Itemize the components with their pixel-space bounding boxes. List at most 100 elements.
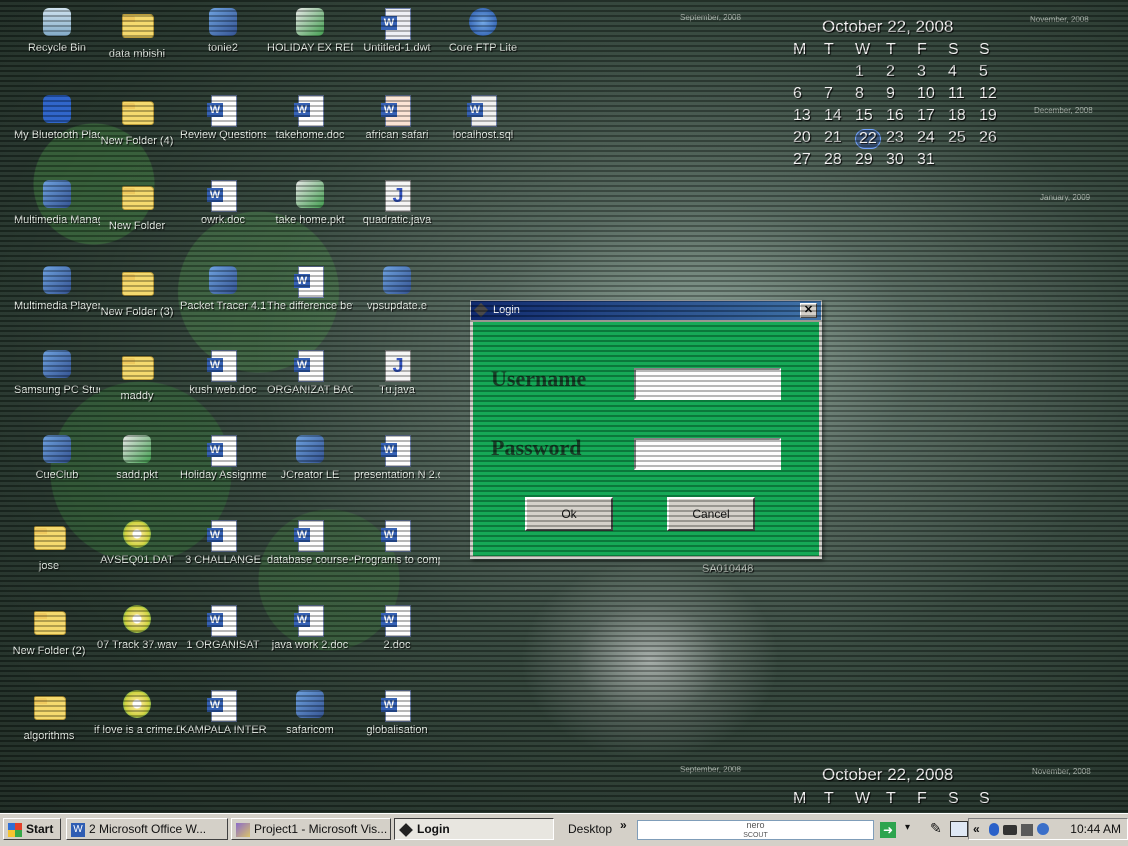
desktop-icon[interactable]: presentation N 2.doc: [354, 435, 440, 481]
desktop-icon-label: Multimedia Player: [14, 300, 100, 312]
desktop-icon[interactable]: Untitled-1.dwt: [354, 8, 440, 54]
desktop-icon-label: Tu.java: [379, 384, 415, 396]
desktop-icon[interactable]: New Folder (4): [94, 95, 180, 147]
calendar-day: 23: [886, 129, 904, 146]
desktop-icon[interactable]: java work 2.doc: [267, 605, 353, 651]
calendar-day: 22: [855, 129, 886, 151]
word-document-icon: [298, 350, 324, 382]
desktop-icon[interactable]: My Bluetooth Places: [14, 95, 100, 141]
dropdown-arrow-icon[interactable]: ▾: [905, 822, 910, 833]
desktop-icon[interactable]: Review Questions.doc: [180, 95, 266, 141]
monitor-icon[interactable]: [950, 821, 968, 837]
desktop-icon[interactable]: if love is a crime.DAT: [94, 690, 180, 736]
go-arrow-icon[interactable]: ➜: [880, 822, 896, 838]
desktop-icon[interactable]: New Folder: [94, 180, 180, 232]
bluetooth-icon[interactable]: [989, 823, 999, 836]
desktop-icon[interactable]: safaricom: [267, 690, 353, 736]
desktop-icon[interactable]: data mbishi: [94, 8, 180, 60]
desktop-icon[interactable]: take home.pkt: [267, 180, 353, 226]
calendar-day: 29: [855, 151, 873, 168]
desktop-icon-label: JCreator LE: [280, 469, 340, 481]
desktop-icon-label: safaricom: [286, 724, 334, 736]
desktop-icon[interactable]: Programs to compute.Nu: [354, 520, 440, 566]
desktop-icon[interactable]: tonie2: [180, 8, 266, 54]
desktop-icon[interactable]: The difference between na: [267, 266, 353, 312]
desktop-icon[interactable]: maddy: [94, 350, 180, 402]
security-icon[interactable]: [1037, 823, 1049, 835]
calendar-bottom-next-month: November, 2008: [1032, 767, 1091, 776]
desktop-icon[interactable]: database course-wk.doc: [267, 520, 353, 566]
desktop-icon[interactable]: New Folder (2): [6, 605, 92, 657]
desktop-icon[interactable]: algorithms: [6, 690, 92, 742]
desktop-icon[interactable]: Jquadratic.java: [354, 180, 440, 226]
nero-scout-box[interactable]: nero SCOUT: [637, 820, 874, 840]
calendar-day: 4: [948, 63, 957, 80]
taskbar-item-word-label: 2 Microsoft Office W...: [89, 822, 207, 836]
desktop-icon[interactable]: sadd.pkt: [94, 435, 180, 481]
desktop-toolbar-label[interactable]: Desktop: [568, 822, 612, 836]
desktop-icon[interactable]: HOLIDAY EX REDONE.pkt: [267, 8, 353, 54]
calendar-day: 2: [886, 63, 895, 80]
folder-icon: [122, 356, 154, 380]
desktop-icon[interactable]: J Tu.java: [354, 350, 440, 396]
desktop-icon-label: HOLIDAY EX REDONE.pkt: [267, 42, 353, 54]
desktop-icon-label: java work 2.doc: [271, 639, 349, 651]
desktop-icon[interactable]: Samsung PC Studio 3: [14, 350, 100, 396]
desktop-icon[interactable]: jose: [6, 520, 92, 572]
ok-button[interactable]: Ok: [525, 497, 613, 531]
network-icon[interactable]: [1021, 824, 1033, 836]
desktop-icon[interactable]: Multimedia Manager: [14, 180, 100, 226]
desktop-icon[interactable]: New Folder (3): [94, 266, 180, 318]
desktop-icon[interactable]: CueClub: [14, 435, 100, 481]
desktop-icon[interactable]: JCreator LE: [267, 435, 353, 481]
desktop-icon[interactable]: globalisation: [354, 690, 440, 736]
desktop-icon[interactable]: AVSEQ01.DAT: [94, 520, 180, 566]
close-button[interactable]: ✕: [800, 303, 817, 318]
desktop-icon[interactable]: 07 Track 37.wav: [94, 605, 180, 651]
desktop-icon[interactable]: owrk.doc: [180, 180, 266, 226]
desktop-icon[interactable]: Multimedia Player: [14, 266, 100, 312]
tray-expand-icon[interactable]: «: [973, 819, 980, 839]
taskbar-item-login[interactable]: Login: [394, 818, 554, 840]
desktop-icon[interactable]: 1 ORGANISAT: [180, 605, 266, 651]
camera-icon[interactable]: [1003, 825, 1017, 835]
toolbar-chevron[interactable]: »: [620, 818, 627, 832]
desktop-icon[interactable]: 3 CHALLANGE: [180, 520, 266, 566]
desktop-icon[interactable]: african safari: [354, 95, 440, 141]
username-input[interactable]: [634, 368, 781, 400]
desktop-icon-label: 2.doc: [383, 639, 411, 651]
desktop-icon-label: localhost.sql: [452, 129, 514, 141]
desktop-icon[interactable]: vpsupdate.e: [354, 266, 440, 312]
desktop-icon[interactable]: Core FTP Lite: [440, 8, 526, 54]
desktop-icon[interactable]: Packet Tracer 4.1: [180, 266, 266, 312]
calendar-day: 17: [917, 107, 935, 124]
desktop-icon[interactable]: Recycle Bin: [14, 8, 100, 54]
calendar-day: 1: [855, 63, 864, 80]
desktop-icon[interactable]: Holiday Assignment: [180, 435, 266, 481]
calendar-day-header: T: [824, 790, 834, 807]
desktop-icon-label: ORGANIZAT BACKGROU: [267, 384, 353, 396]
word-document-icon: [211, 520, 237, 552]
password-input[interactable]: [634, 438, 781, 470]
pen-icon[interactable]: ✎: [930, 820, 942, 837]
word-document-icon: [298, 605, 324, 637]
folder-icon: [122, 101, 154, 125]
start-button[interactable]: Start: [3, 818, 61, 840]
calendar-next-month-3: January, 2009: [1040, 193, 1091, 202]
desktop-icon[interactable]: ORGANIZAT BACKGROU: [267, 350, 353, 396]
taskbar-item-vb[interactable]: Project1 - Microsoft Vis...: [231, 818, 391, 840]
word-icon: W: [71, 822, 85, 837]
java-file-icon: J: [385, 350, 411, 382]
clock[interactable]: 10:44 AM: [1070, 819, 1121, 839]
word-document-icon: [211, 605, 237, 637]
cancel-button[interactable]: Cancel: [667, 497, 755, 531]
desktop-icon[interactable]: kush web.doc: [180, 350, 266, 396]
desktop-icon[interactable]: KAMPALA INTERNATI: [180, 690, 266, 736]
taskbar-item-word[interactable]: W 2 Microsoft Office W...: [66, 818, 228, 840]
calendar-bottom-title: October 22, 2008: [822, 765, 954, 784]
desktop-icon[interactable]: localhost.sql: [440, 95, 526, 141]
dialog-titlebar[interactable]: Login ✕: [471, 301, 821, 320]
desktop-icon[interactable]: takehome.doc: [267, 95, 353, 141]
desktop-icon[interactable]: 2.doc: [354, 605, 440, 651]
taskbar-item-vb-label: Project1 - Microsoft Vis...: [254, 822, 388, 836]
